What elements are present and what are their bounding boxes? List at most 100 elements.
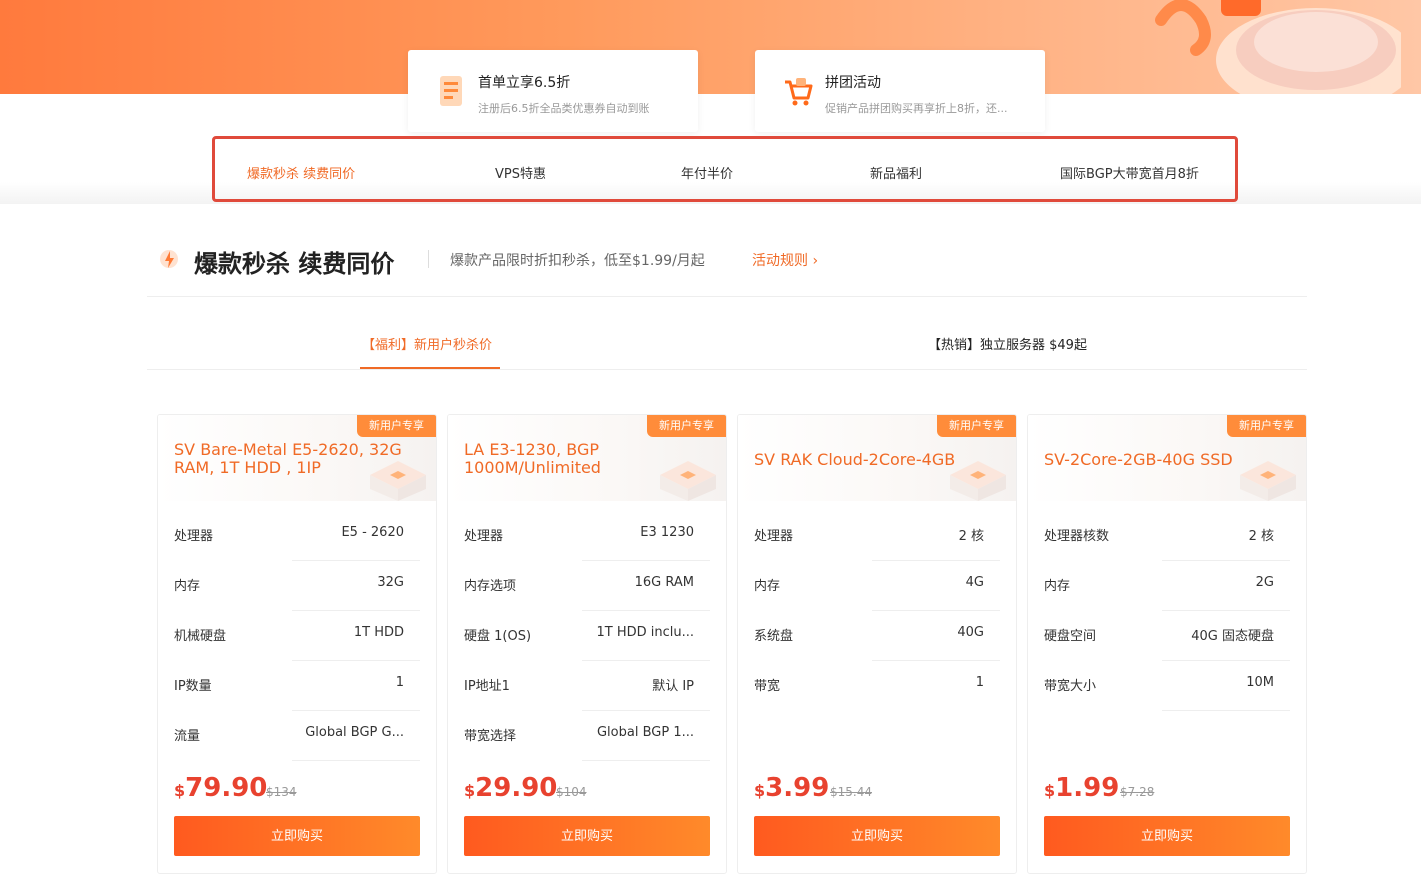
- spec-row: 内存 2G: [1044, 561, 1290, 611]
- spec-row: 流量 Global BGP G...: [174, 711, 420, 761]
- currency-symbol: $: [754, 781, 766, 800]
- price: $1.99: [1044, 773, 1119, 803]
- price-value: 79.90: [185, 773, 268, 803]
- currency-symbol: $: [174, 781, 186, 800]
- price: $3.99: [754, 773, 829, 803]
- spec-label: 内存: [754, 579, 781, 594]
- divider: [292, 760, 420, 761]
- divider: [147, 296, 1307, 297]
- buy-now-button[interactable]: 立即购买: [1044, 816, 1290, 856]
- spec-label: 处理器核数: [1044, 529, 1110, 544]
- price: $79.90: [174, 773, 267, 803]
- buy-now-button[interactable]: 立即购买: [754, 816, 1000, 856]
- price-value: 1.99: [1055, 773, 1120, 803]
- original-price: $104: [556, 785, 587, 799]
- spec-value: 1T HDD: [353, 625, 404, 640]
- product-card: 新用户专享 SV Bare-Metal E5-2620, 32G RAM, 1T…: [157, 414, 437, 874]
- spec-row: 处理器 E3 1230: [464, 511, 710, 561]
- spec-value: 16G RAM: [634, 575, 694, 590]
- spec-row: 处理器 E5 - 2620: [174, 511, 420, 561]
- spec-label: IP地址1: [464, 679, 510, 694]
- spec-value: 40G: [957, 625, 984, 640]
- spec-label: 带宽大小: [1044, 679, 1097, 694]
- spec-label: 硬盘空间: [1044, 629, 1097, 644]
- spec-value: 10M: [1246, 675, 1274, 690]
- top-banner: [0, 0, 1421, 94]
- promo-group-buy[interactable]: 拼团活动 促销产品拼团购买再享折上8折，还...: [755, 50, 1045, 132]
- spec-row: 机械硬盘 1T HDD: [174, 611, 420, 661]
- nav-item-bgp[interactable]: 国际BGP大带宽首月8折: [1060, 163, 1199, 182]
- section-subtitle: 爆款产品限时折扣秒杀，低至$1.99/月起: [450, 253, 705, 269]
- new-user-badge: 新用户专享: [937, 415, 1016, 437]
- price-value: 3.99: [765, 773, 830, 803]
- buy-now-button[interactable]: 立即购买: [174, 816, 420, 856]
- divider: [582, 760, 710, 761]
- spec-value: 默认 IP: [652, 679, 694, 694]
- flash-sale-icon: [160, 250, 178, 268]
- spec-row: 硬盘空间 40G 固态硬盘: [1044, 611, 1290, 661]
- product-title[interactable]: SV-2Core-2GB-40G SSD: [1044, 451, 1294, 469]
- spec-value: 2 核: [958, 529, 984, 544]
- spec-row: 内存选项 16G RAM: [464, 561, 710, 611]
- product-title[interactable]: SV RAK Cloud-2Core-4GB: [754, 451, 1004, 469]
- spec-label: 系统盘: [754, 629, 794, 644]
- spec-value: 32G: [377, 575, 404, 590]
- spec-row: 处理器核数 2 核: [1044, 511, 1290, 561]
- spec-value: 1T HDD inclu...: [596, 625, 694, 640]
- spec-value: E5 - 2620: [341, 525, 404, 540]
- buy-now-button[interactable]: 立即购买: [464, 816, 710, 856]
- section-title: 爆款秒杀 续费同价: [194, 250, 395, 278]
- spec-label: 带宽: [754, 679, 781, 694]
- spec-row: 处理器 2 核: [754, 511, 1000, 561]
- spec-value: Global BGP 1...: [596, 725, 694, 740]
- spec-row: 带宽 1: [754, 661, 1000, 711]
- page: 首单立享6.5折 注册后6.5折全品类优惠券自动到账 拼团活动 促销产品拼团购买…: [0, 0, 1421, 877]
- tab-new-user[interactable]: 【福利】新用户秒杀价: [362, 334, 492, 353]
- tab-dedicated-server[interactable]: 【热销】独立服务器 $49起: [928, 334, 1087, 353]
- spec-label: 处理器: [174, 529, 214, 544]
- nav-item-annual[interactable]: 年付半价: [681, 163, 733, 182]
- spec-value: 2G: [1255, 575, 1274, 590]
- currency-symbol: $: [1044, 781, 1056, 800]
- nav-item-flash-sale[interactable]: 爆款秒杀 续费同价: [247, 163, 355, 182]
- spec-label: 处理器: [754, 529, 794, 544]
- activity-rules-link[interactable]: 活动规则 ›: [752, 250, 818, 270]
- banner-decoration-icon: [1155, 0, 1401, 94]
- spec-value: 1: [975, 675, 984, 690]
- nav-item-vps[interactable]: VPS特惠: [495, 163, 546, 182]
- price: $29.90: [464, 773, 557, 803]
- spec-label: 内存: [174, 579, 201, 594]
- promo-description: 注册后6.5折全品类优惠券自动到账: [478, 102, 650, 115]
- product-card: 新用户专享 LA E3-1230, BGP 1000M/Unlimited 处理…: [447, 414, 727, 874]
- spec-row: 内存 32G: [174, 561, 420, 611]
- spec-label: 流量: [174, 729, 201, 744]
- currency-symbol: $: [464, 781, 476, 800]
- spec-row: 系统盘 40G: [754, 611, 1000, 661]
- product-title[interactable]: LA E3-1230, BGP 1000M/Unlimited: [464, 441, 714, 477]
- nav-item-new-products[interactable]: 新品福利: [870, 163, 922, 182]
- spec-value: E3 1230: [640, 525, 694, 540]
- new-user-badge: 新用户专享: [1227, 415, 1306, 437]
- price-value: 29.90: [475, 773, 558, 803]
- spec-label: 带宽选择: [464, 729, 517, 744]
- spec-label: 内存: [1044, 579, 1071, 594]
- new-user-badge: 新用户专享: [357, 415, 436, 437]
- original-price: $134: [266, 785, 297, 799]
- spec-row: IP数量 1: [174, 661, 420, 711]
- product-card: 新用户专享 SV RAK Cloud-2Core-4GB 处理器 2 核 内存 …: [737, 414, 1017, 874]
- shopping-cart-icon: [785, 78, 813, 106]
- divider: [147, 369, 1307, 370]
- promo-first-order[interactable]: 首单立享6.5折 注册后6.5折全品类优惠券自动到账: [408, 50, 698, 132]
- product-title[interactable]: SV Bare-Metal E5-2620, 32G RAM, 1T HDD ,…: [174, 441, 424, 477]
- spec-row: 带宽大小 10M: [1044, 661, 1290, 711]
- divider: [1162, 710, 1290, 711]
- spec-row: IP地址1 默认 IP: [464, 661, 710, 711]
- spec-value: Global BGP G...: [305, 725, 404, 740]
- spec-label: 硬盘 1(OS): [464, 629, 532, 644]
- spec-row: 内存 4G: [754, 561, 1000, 611]
- spec-row: 硬盘 1(OS) 1T HDD inclu...: [464, 611, 710, 661]
- product-card: 新用户专享 SV-2Core-2GB-40G SSD 处理器核数 2 核 内存 …: [1027, 414, 1307, 874]
- spec-label: IP数量: [174, 679, 212, 694]
- new-user-badge: 新用户专享: [647, 415, 726, 437]
- spec-label: 处理器: [464, 529, 504, 544]
